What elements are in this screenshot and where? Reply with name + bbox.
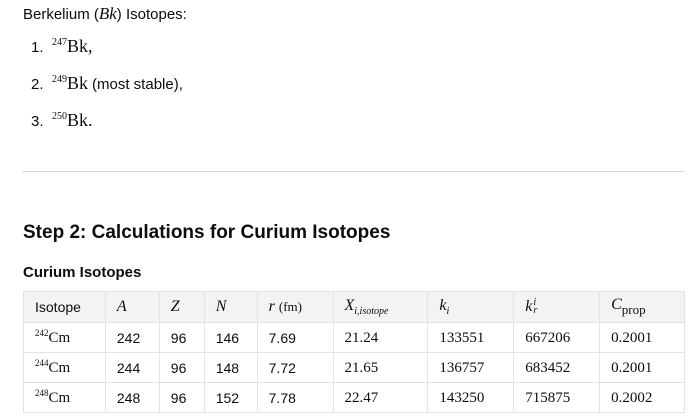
cell-z: 96	[158, 382, 205, 413]
header-kr: kir	[513, 291, 601, 323]
cell-radius: 7.69	[256, 322, 334, 353]
cell-a: 248	[104, 382, 160, 413]
cell-c: 0.2001	[599, 322, 685, 353]
cell-isotope: 242Cm	[23, 322, 106, 353]
list-number: 2.	[31, 76, 44, 93]
header-x: Xi,isotope	[332, 291, 429, 323]
list-number: 3.	[31, 113, 44, 130]
cell-a: 244	[104, 352, 160, 383]
berkelium-isotope-list: 1. 247Bk, 2. 249Bk (most stable), 3. 250…	[31, 36, 183, 147]
header-radius: r (fm)	[256, 291, 334, 323]
cell-a: 242	[104, 322, 160, 353]
table-row: 244Cm 244 96 148 7.72 21.65 136757 68345…	[23, 352, 685, 383]
cell-k: 133551	[427, 322, 515, 353]
header-n: N	[203, 291, 258, 323]
mass-number: 247	[52, 37, 67, 48]
list-punctuation: .	[88, 110, 93, 130]
cell-z: 96	[158, 322, 205, 353]
cell-c: 0.2001	[599, 352, 685, 383]
header-a: A	[104, 291, 160, 323]
cell-kr: 667206	[513, 322, 601, 353]
table-title: Curium Isotopes	[23, 264, 142, 281]
berkelium-symbol: Bk	[98, 4, 117, 23]
cell-z: 96	[158, 352, 205, 383]
cell-n: 152	[203, 382, 258, 413]
isotope-notation: 249Bk	[52, 73, 88, 94]
cell-n: 148	[203, 352, 258, 383]
section-divider	[22, 171, 685, 172]
element-symbol: Bk	[67, 73, 89, 93]
cell-c: 0.2002	[599, 382, 685, 413]
cell-kr: 715875	[513, 382, 601, 413]
element-symbol: Bk	[67, 110, 89, 130]
cell-radius: 7.78	[256, 382, 334, 413]
list-punctuation: ,	[88, 36, 93, 56]
stability-note: (most stable),	[92, 76, 183, 93]
cell-isotope: 248Cm	[23, 382, 106, 413]
cell-radius: 7.72	[256, 352, 334, 383]
isotope-notation: 250Bk.	[52, 110, 93, 131]
header-c: Cprop	[599, 291, 685, 323]
mass-number: 249	[52, 74, 67, 85]
cell-x: 22.47	[332, 382, 429, 413]
list-item: 3. 250Bk.	[31, 110, 183, 147]
table-row: 242Cm 242 96 146 7.69 21.24 133551 66720…	[23, 322, 685, 353]
cell-k: 136757	[427, 352, 515, 383]
list-item: 1. 247Bk,	[31, 36, 183, 73]
cell-isotope: 244Cm	[23, 352, 106, 383]
header-isotope: Isotope	[23, 291, 106, 323]
intro-prefix: Berkelium (	[23, 6, 99, 23]
mass-number: 250	[52, 111, 67, 122]
header-z: Z	[158, 291, 205, 323]
step-heading: Step 2: Calculations for Curium Isotopes	[23, 222, 391, 243]
table-row: 248Cm 248 96 152 7.78 22.47 143250 71587…	[23, 382, 685, 413]
intro-suffix: ) Isotopes:	[116, 6, 187, 23]
curium-isotopes-table: Isotope A Z N r (fm) Xi,isotope ki kir C…	[23, 291, 685, 413]
berkelium-intro: Berkelium (Bk) Isotopes:	[23, 4, 187, 25]
header-k: ki	[427, 291, 515, 323]
cell-x: 21.65	[332, 352, 429, 383]
table-header-row: Isotope A Z N r (fm) Xi,isotope ki kir C…	[23, 291, 685, 323]
list-item: 2. 249Bk (most stable),	[31, 73, 183, 110]
cell-x: 21.24	[332, 322, 429, 353]
list-number: 1.	[31, 39, 44, 56]
cell-n: 146	[203, 322, 258, 353]
isotope-notation: 247Bk,	[52, 36, 93, 57]
cell-kr: 683452	[513, 352, 601, 383]
cell-k: 143250	[427, 382, 515, 413]
element-symbol: Bk	[67, 36, 89, 56]
